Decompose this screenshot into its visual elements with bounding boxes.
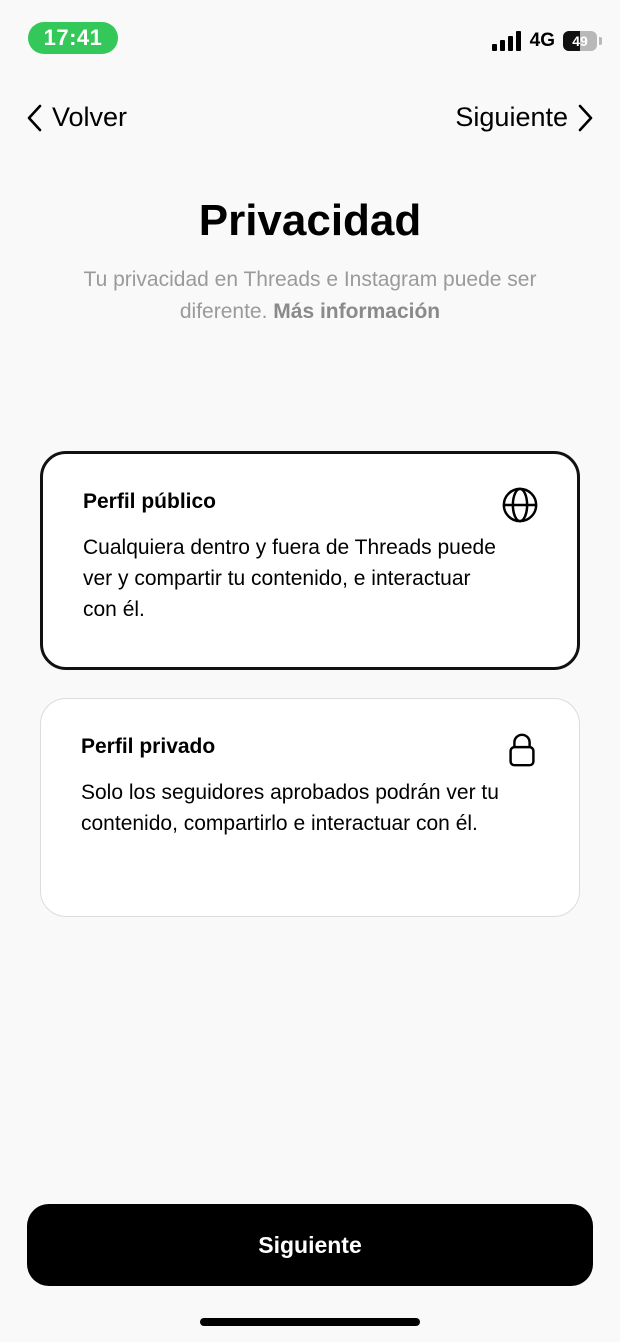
status-time: 17:41 [28,22,118,54]
chevron-left-icon [27,104,42,131]
back-label: Volver [52,102,128,132]
top-nav: Volver Siguiente [0,96,620,146]
more-info-link[interactable]: Más información [273,300,440,323]
home-indicator[interactable] [200,1318,420,1326]
back-button[interactable]: Volver [26,102,127,133]
next-button[interactable]: Siguiente [27,1204,593,1286]
status-bar: 17:41 4G 49 [0,0,620,80]
battery-icon: 49 [563,31,597,51]
public-profile-option[interactable]: Perfil público Cualquiera dentro y fuera… [40,451,580,670]
globe-icon [502,487,538,523]
chevron-right-icon [578,104,593,131]
network-type: 4G [529,30,555,51]
next-label: Siguiente [455,102,568,132]
battery-level: 49 [572,33,588,49]
battery-cap [599,37,602,45]
privacy-screen: 17:41 4G 49 Volver Siguiente Privacidad … [0,0,620,1342]
page-title: Privacidad [198,196,422,245]
private-profile-description: Solo los seguidores aprobados podrán ver… [81,781,499,835]
next-nav-button[interactable]: Siguiente [455,102,594,133]
private-profile-option[interactable]: Perfil privado Solo los seguidores aprob… [40,698,580,917]
private-profile-title: Perfil privado [81,735,216,758]
public-profile-title: Perfil público [83,490,217,513]
public-profile-description: Cualquiera dentro y fuera de Threads pue… [83,536,496,621]
page-subtitle: Tu privacidad en Threads e Instagram pue… [60,264,560,328]
signal-bars-icon [491,31,521,51]
lock-icon [509,733,535,767]
status-right: 4G 49 [491,30,602,52]
